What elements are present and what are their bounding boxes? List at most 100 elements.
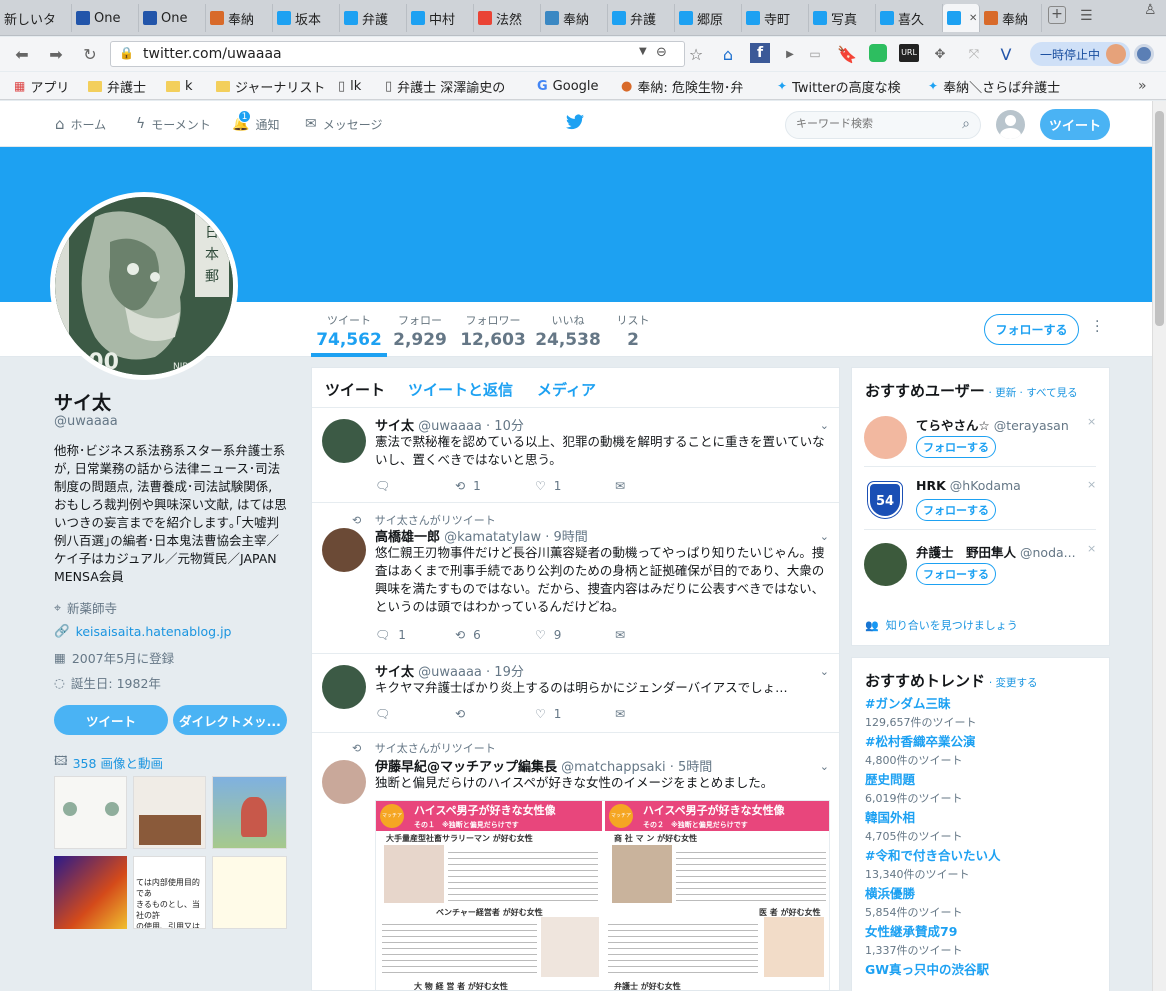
bookmark-item[interactable]: k [166,76,212,96]
suggested-user[interactable]: てらやさん☆ @terayasan フォローする × [864,405,1096,467]
like-button[interactable]: ♡ 1 [535,707,615,721]
tweet-avatar[interactable] [322,419,366,463]
profile-icon[interactable]: ♙ [1144,2,1157,18]
new-tab-button[interactable]: + [1048,6,1066,24]
bookmark-item[interactable]: ✦ Twitterの高度な検 [777,76,923,96]
dm-share-button[interactable]: ✉ [615,628,695,642]
browser-tab[interactable]: 奉納 [206,4,273,32]
bookmark-item[interactable]: G Google [537,76,617,96]
evernote-icon[interactable] [869,44,887,62]
browser-tab[interactable]: 寺町 [742,4,809,32]
wtf-links[interactable]: · 更新 · すべて見る [989,387,1078,399]
search-box[interactable]: ⌕ [785,111,981,139]
profile-stat[interactable]: いいね 24,538 [535,312,601,350]
bookmark-item[interactable]: ▯ lk [338,76,382,96]
tweet-author[interactable]: 伊藤早紀@マッチアップ編集長 [375,760,557,775]
search-icon[interactable]: ⌕ [962,116,970,132]
media-link[interactable]: 🖾 358 画像と動画 [54,752,163,773]
browser-tab[interactable]: One [72,4,139,32]
trend-item[interactable]: #ガンダム三昧 129,657件のツイート [865,693,977,730]
tweet-time[interactable]: · 10分 [486,419,524,434]
tweet[interactable]: ⟲ サイ太さんがリツイート 伊藤早紀@マッチアップ編集長 @matchappsa… [312,734,839,990]
user-name[interactable]: 弁護士 野田隼人 [916,545,1016,560]
user-name[interactable]: てらやさん☆ [916,418,990,433]
tweet-handle[interactable]: @uwaaaa [418,665,482,680]
trend-item[interactable]: #松村香織卒業公演 4,800件のツイート [865,731,975,768]
browser-tab[interactable]: 坂本 [273,4,340,32]
ext2-icon[interactable]: ⤧ [962,41,986,67]
tweet-image[interactable]: ハイスペ男子が好きな女性像その１ ※独断と偏見だらけです マッチアップ ハイスペ… [375,800,830,990]
profile-url[interactable]: keisaisaita.hatenablog.jp [76,624,232,639]
like-button[interactable]: ♡ 1 [535,479,615,493]
tweet[interactable]: サイ太 @uwaaaa · 10分 ⌄ 憲法で黙秘権を認めている以上、犯罪の動機… [312,409,839,503]
tweet[interactable]: サイ太 @uwaaaa · 19分 ⌄ キクヤマ弁護士ばかり炎上するのは明らかに… [312,655,839,733]
trend-name[interactable]: 女性継承賛成79 [865,921,963,940]
reply-button[interactable]: 🗨 [375,707,455,721]
dropdown-icon[interactable]: ▼ [639,46,647,57]
trend-name[interactable]: GW真っ只中の渋谷駅 [865,959,989,978]
nav-messages[interactable]: ✉ メッセージ [305,114,383,134]
user-handle[interactable]: @terayasan [994,418,1069,433]
browser-tab[interactable]: 弁護 [608,4,675,32]
browser-tab[interactable]: 弁護 [340,4,407,32]
trends-change[interactable]: · 変更する [989,677,1038,689]
scrollbar-thumb[interactable] [1155,111,1164,326]
tweet-handle[interactable]: @matchappsaki [561,760,665,775]
user-avatar-icon[interactable] [1106,44,1126,64]
trend-item[interactable]: #令和で付き合いたい人 13,340件のツイート [865,845,1000,882]
profile-stat[interactable]: フォロー 2,929 [391,312,449,350]
search-input[interactable] [796,117,946,130]
move-icon[interactable]: ✥ [928,41,952,67]
tab-media[interactable]: メディア [537,379,596,400]
bookmark-item[interactable]: ▯ 弁護士 深澤諭史の [385,76,533,96]
bookmark-item[interactable]: ● 奉納: 危険生物･弁 [621,76,773,96]
zoom-icon[interactable]: ⊖ [656,45,667,60]
follow-button[interactable]: フォローする [984,314,1079,345]
browser-tab[interactable]: 奉納 [980,4,1042,32]
nav-home[interactable]: ⌂ ホーム [55,114,106,134]
ext-arrow-icon[interactable]: ▶ [778,41,802,67]
reload-icon[interactable]: ↻ [78,41,102,67]
page-scrollbar[interactable] [1152,101,1166,991]
follow-user-button[interactable]: フォローする [916,563,996,585]
profile-tweet-button[interactable]: ツイート [54,705,168,735]
trend-name[interactable]: 横浜優勝 [865,883,963,902]
vivaldi-icon[interactable]: V [994,41,1018,67]
tweet-author[interactable]: サイ太 [375,665,414,680]
bookmark-item[interactable]: 弁護士 [88,76,162,96]
dm-share-button[interactable]: ✉ [615,707,695,721]
browser-tab[interactable]: 写真 [809,4,876,32]
trend-item[interactable]: 女性継承賛成79 1,337件のツイート [865,921,963,958]
retweet-button[interactable]: ⟲ 6 [455,628,535,642]
browser-tab[interactable]: 喜久 [876,4,943,32]
tweet-author[interactable]: サイ太 [375,419,414,434]
chevron-down-icon[interactable]: ⌄ [820,419,829,432]
media-thumb[interactable] [133,776,206,849]
trend-name[interactable]: #ガンダム三昧 [865,693,977,712]
trend-name[interactable]: #松村香織卒業公演 [865,731,975,750]
retweet-button[interactable]: ⟲ 1 [455,479,535,493]
dismiss-icon[interactable]: × [1087,478,1096,491]
tweet-time[interactable]: · 19分 [486,665,524,680]
url-row[interactable]: 🔗 keisaisaita.hatenablog.jp [54,623,232,639]
trend-item[interactable]: 歴史問題 6,019件のツイート [865,769,963,806]
browser-tab[interactable]: One [139,4,206,32]
suggested-user[interactable]: 54 HRK @hKodama フォローする × [864,468,1096,530]
tweet-time[interactable]: · 9時間 [545,530,588,545]
tab-tweets[interactable]: ツイート [325,379,385,400]
dismiss-icon[interactable]: × [1087,542,1096,555]
follow-user-button[interactable]: フォローする [916,436,996,458]
like-button[interactable]: ♡ 9 [535,628,615,642]
follow-user-button[interactable]: フォローする [916,499,996,521]
reply-button[interactable]: 🗨 [375,479,455,493]
facebook-icon[interactable]: f [750,43,770,63]
back-icon[interactable]: ⬅ [10,41,34,67]
media-thumb[interactable] [212,856,287,929]
find-friends-link[interactable]: 👥 知り合いを見つけましょう [865,617,1018,633]
tweet-time[interactable]: · 5時間 [670,760,713,775]
bookmark-item[interactable]: ✦ 奉納＼さらば弁護士 [928,76,1068,96]
trend-name[interactable]: 歴史問題 [865,769,963,788]
tab-tweets-replies[interactable]: ツイートと返信 [408,379,513,400]
user-handle[interactable]: @hKodama [950,478,1021,493]
home-icon[interactable]: ⌂ [716,41,740,67]
